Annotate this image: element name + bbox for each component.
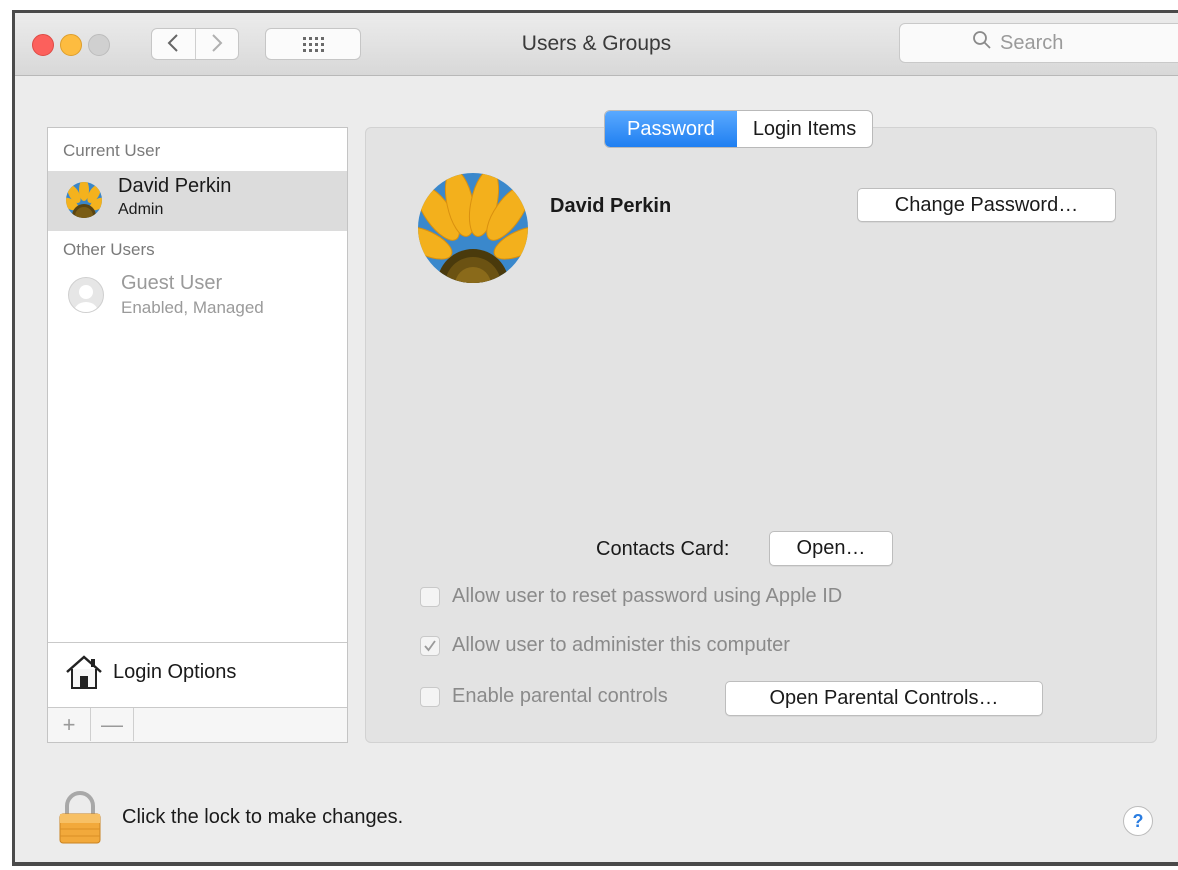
users-list: Current User David Perkin Admin Other Us… xyxy=(47,127,348,743)
other-users-label: Other Users xyxy=(63,240,155,259)
sidebar-footer: + — xyxy=(48,707,347,742)
sunflower-avatar xyxy=(66,182,102,218)
tab-login-items[interactable]: Login Items xyxy=(737,111,872,147)
open-contacts-button[interactable]: Open… xyxy=(769,531,893,566)
titlebar: Users & Groups Search xyxy=(15,13,1178,76)
reset-password-option: Allow user to reset password using Apple… xyxy=(420,585,842,608)
lock-message: Click the lock to make changes. xyxy=(122,806,404,828)
user-row-guest[interactable]: Guest User Enabled, Managed xyxy=(48,268,347,328)
guest-avatar-icon xyxy=(68,277,104,313)
help-icon[interactable]: ? xyxy=(1123,806,1153,836)
parental-controls-label: Enable parental controls xyxy=(452,685,668,707)
change-password-button[interactable]: Change Password… xyxy=(857,188,1116,222)
tab-password[interactable]: Password xyxy=(605,111,737,147)
lock-icon[interactable] xyxy=(57,791,103,850)
selected-user-name: David Perkin xyxy=(550,195,672,217)
parental-controls-checkbox[interactable] xyxy=(420,686,440,707)
search-icon xyxy=(972,30,1000,56)
search-input[interactable]: Search xyxy=(899,23,1178,63)
open-parental-controls-button[interactable]: Open Parental Controls… xyxy=(725,681,1043,716)
login-options-label: Login Options xyxy=(113,661,237,683)
current-user-label: Current User xyxy=(63,141,161,160)
user-row-david-perkin[interactable]: David Perkin Admin xyxy=(48,171,347,231)
remove-user-button[interactable]: — xyxy=(91,708,134,741)
admin-label: Allow user to administer this computer xyxy=(452,634,790,656)
parental-controls-option: Enable parental controls xyxy=(420,685,668,708)
user-role: Admin xyxy=(118,201,164,218)
contacts-card-label: Contacts Card: xyxy=(596,538,730,560)
reset-password-label: Allow user to reset password using Apple… xyxy=(452,585,843,607)
window: Users & Groups Search Current User David… xyxy=(12,10,1178,866)
admin-option: Allow user to administer this computer xyxy=(420,634,790,657)
guest-user-name: Guest User xyxy=(121,272,223,294)
search-placeholder: Search xyxy=(1000,31,1064,54)
tab-bar: Password Login Items xyxy=(604,110,874,148)
reset-password-checkbox[interactable] xyxy=(420,586,440,607)
checkmark-icon xyxy=(424,639,436,651)
user-name: David Perkin xyxy=(118,175,232,197)
guest-user-status: Enabled, Managed xyxy=(121,298,264,317)
admin-checkbox[interactable] xyxy=(420,635,440,656)
user-picture[interactable] xyxy=(418,173,528,283)
add-user-button[interactable]: + xyxy=(48,708,91,741)
login-options-item[interactable]: Login Options xyxy=(48,642,347,703)
